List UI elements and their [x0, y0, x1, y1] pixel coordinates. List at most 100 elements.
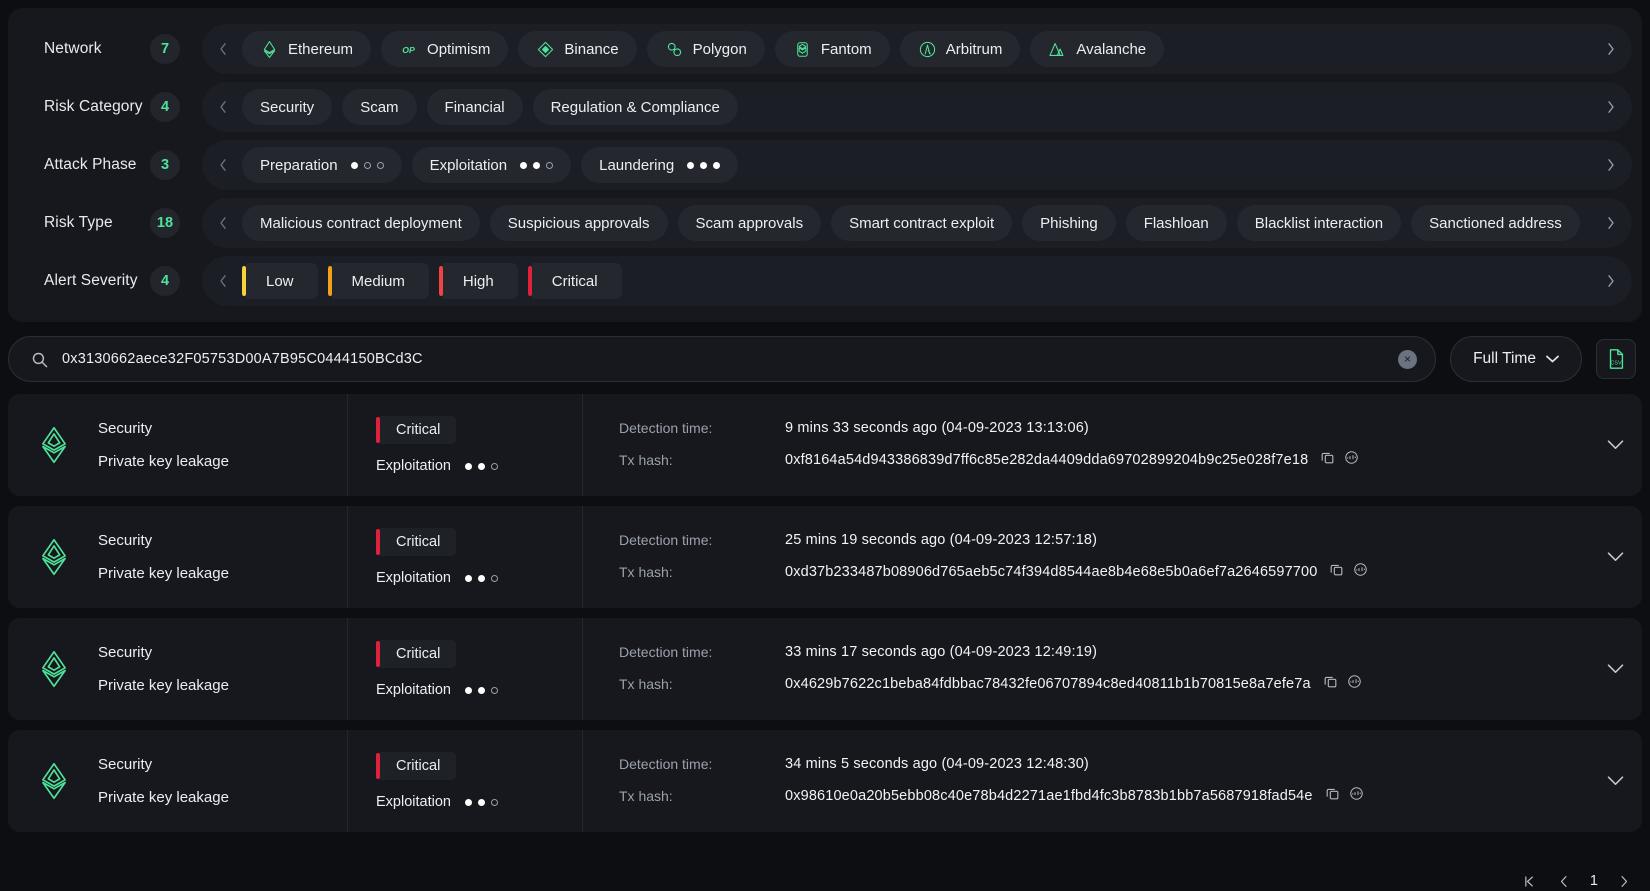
explorer-icon[interactable] — [1353, 562, 1368, 582]
alert-network-column: Security Private key leakage — [8, 394, 348, 496]
filter-chips: Low Medium High Critical — [238, 263, 1596, 299]
detection-time-line: Detection time: 9 mins 33 seconds ago (0… — [619, 420, 1588, 436]
phase-dot — [491, 687, 498, 694]
alert-row[interactable]: Security Private key leakage Critical Ex… — [8, 506, 1642, 608]
alert-row[interactable]: Security Private key leakage Critical Ex… — [8, 618, 1642, 720]
alert-row[interactable]: Security Private key leakage Critical Ex… — [8, 730, 1642, 832]
filter-chip-flashloan[interactable]: Flashloan — [1126, 205, 1227, 241]
scroll-left-arrow[interactable] — [208, 140, 238, 190]
filter-chip-track[interactable]: Security Scam Financial Regulation & Com… — [202, 82, 1632, 132]
copy-icon[interactable] — [1325, 786, 1340, 806]
ethereum-icon — [36, 425, 72, 465]
detection-time-label: Detection time: — [619, 756, 785, 772]
expand-row-button[interactable] — [1588, 506, 1642, 608]
phase-dot — [533, 162, 540, 169]
copy-icon[interactable] — [1320, 450, 1335, 470]
filter-chip-suspicious-approvals[interactable]: Suspicious approvals — [490, 205, 668, 241]
filter-chip-arbitrum[interactable]: Arbitrum — [900, 31, 1021, 67]
scroll-left-arrow[interactable] — [208, 24, 238, 74]
filter-chip-phishing[interactable]: Phishing — [1022, 205, 1116, 241]
expand-row-button[interactable] — [1588, 618, 1642, 720]
filter-chip-avalanche[interactable]: Avalanche — [1030, 31, 1164, 67]
filter-chip-exploitation[interactable]: Exploitation — [412, 147, 572, 183]
phase-dots — [520, 162, 553, 169]
alerts-dashboard: Network 7 Ethereum OP Optimism Binance P… — [0, 8, 1650, 891]
filter-chip-medium[interactable]: Medium — [328, 263, 429, 299]
severity-label: Low — [246, 263, 318, 299]
filter-chip-malicious-contract-deployment[interactable]: Malicious contract deployment — [242, 205, 480, 241]
filter-chip-sanctioned-address[interactable]: Sanctioned address — [1411, 205, 1580, 241]
filter-chip-track[interactable]: Low Medium High Critical — [202, 256, 1632, 306]
filter-chips: Malicious contract deployment Suspicious… — [238, 205, 1596, 241]
filter-chip-low[interactable]: Low — [242, 263, 318, 299]
filter-chip-optimism[interactable]: OP Optimism — [381, 31, 508, 67]
filter-chip-polygon[interactable]: Polygon — [647, 31, 765, 67]
alert-row[interactable]: Security Private key leakage Critical Ex… — [8, 394, 1642, 496]
filter-chip-track[interactable]: Malicious contract deployment Suspicious… — [202, 198, 1632, 248]
prev-page-icon[interactable] — [1556, 871, 1572, 891]
clear-search-button[interactable]: × — [1398, 350, 1417, 369]
filter-chip-track[interactable]: Ethereum OP Optimism Binance Polygon Fan… — [202, 24, 1632, 74]
filter-chip-track[interactable]: Preparation Exploitation Laundering — [202, 140, 1632, 190]
filter-chip-smart-contract-exploit[interactable]: Smart contract exploit — [831, 205, 1012, 241]
copy-icon[interactable] — [1323, 674, 1338, 694]
explorer-icon[interactable] — [1344, 450, 1359, 470]
filter-chip-high[interactable]: High — [439, 263, 518, 299]
expand-row-button[interactable] — [1588, 730, 1642, 832]
detection-time-value: 9 mins 33 seconds ago (04-09-2023 13:13:… — [785, 420, 1089, 436]
explorer-icon[interactable] — [1347, 674, 1362, 694]
filter-chip-binance[interactable]: Binance — [518, 31, 636, 67]
pagination: 1 — [1522, 871, 1632, 891]
scroll-left-arrow[interactable] — [208, 198, 238, 248]
ethereum-icon — [36, 537, 72, 577]
scroll-right-arrow[interactable] — [1596, 140, 1626, 190]
svg-text:OP: OP — [402, 45, 415, 55]
time-range-dropdown[interactable]: Full Time — [1450, 336, 1582, 382]
first-page-icon[interactable] — [1522, 871, 1538, 891]
scroll-right-arrow[interactable] — [1596, 256, 1626, 306]
export-csv-button[interactable]: CSV — [1596, 339, 1636, 379]
scroll-left-arrow[interactable] — [208, 82, 238, 132]
filter-chip-laundering[interactable]: Laundering — [581, 147, 738, 183]
scroll-left-arrow[interactable] — [208, 256, 238, 306]
next-page-icon[interactable] — [1616, 871, 1632, 891]
filter-chip-security[interactable]: Security — [242, 89, 332, 125]
copy-icon[interactable] — [1329, 562, 1344, 582]
phase-label: Laundering — [599, 157, 674, 174]
search-toolbar: × Full Time CSV — [8, 336, 1642, 382]
filter-chip-blacklist-interaction[interactable]: Blacklist interaction — [1237, 205, 1401, 241]
phase-dot — [465, 463, 472, 470]
severity-color-bar — [328, 266, 332, 296]
phase-dot — [700, 162, 707, 169]
explorer-icon[interactable] — [1349, 786, 1364, 806]
search-box[interactable]: × — [8, 336, 1436, 382]
filter-count-badge: 18 — [150, 208, 180, 238]
scroll-right-arrow[interactable] — [1596, 198, 1626, 248]
optimism-icon: OP — [399, 40, 418, 59]
chip-label: Scam approvals — [696, 215, 804, 232]
search-input[interactable] — [62, 351, 1398, 367]
filter-chip-financial[interactable]: Financial — [427, 89, 523, 125]
phase-label: Exploitation — [376, 570, 451, 586]
scroll-right-arrow[interactable] — [1596, 24, 1626, 74]
filter-chip-ethereum[interactable]: Ethereum — [242, 31, 371, 67]
scroll-right-arrow[interactable] — [1596, 82, 1626, 132]
chip-label: Smart contract exploit — [849, 215, 994, 232]
chevron-down-icon — [1546, 350, 1559, 368]
filter-label: Network — [20, 40, 150, 58]
filter-chip-critical[interactable]: Critical — [528, 263, 622, 299]
severity-label: Critical — [380, 752, 456, 780]
filter-chip-scam[interactable]: Scam — [342, 89, 416, 125]
phase-dot — [713, 162, 720, 169]
alert-network-column: Security Private key leakage — [8, 730, 348, 832]
filter-chip-fantom[interactable]: Fantom — [775, 31, 890, 67]
filter-chip-preparation[interactable]: Preparation — [242, 147, 402, 183]
expand-row-button[interactable] — [1588, 394, 1642, 496]
phase-dot — [478, 799, 485, 806]
filter-chips: Ethereum OP Optimism Binance Polygon Fan… — [238, 31, 1596, 67]
alert-risk-type: Private key leakage — [98, 789, 229, 806]
alert-detail-column: Detection time: 25 mins 19 seconds ago (… — [583, 506, 1588, 608]
filter-chip-regulation-compliance[interactable]: Regulation & Compliance — [533, 89, 738, 125]
filter-chip-scam-approvals[interactable]: Scam approvals — [678, 205, 822, 241]
alert-severity-column: Critical Exploitation — [348, 394, 583, 496]
